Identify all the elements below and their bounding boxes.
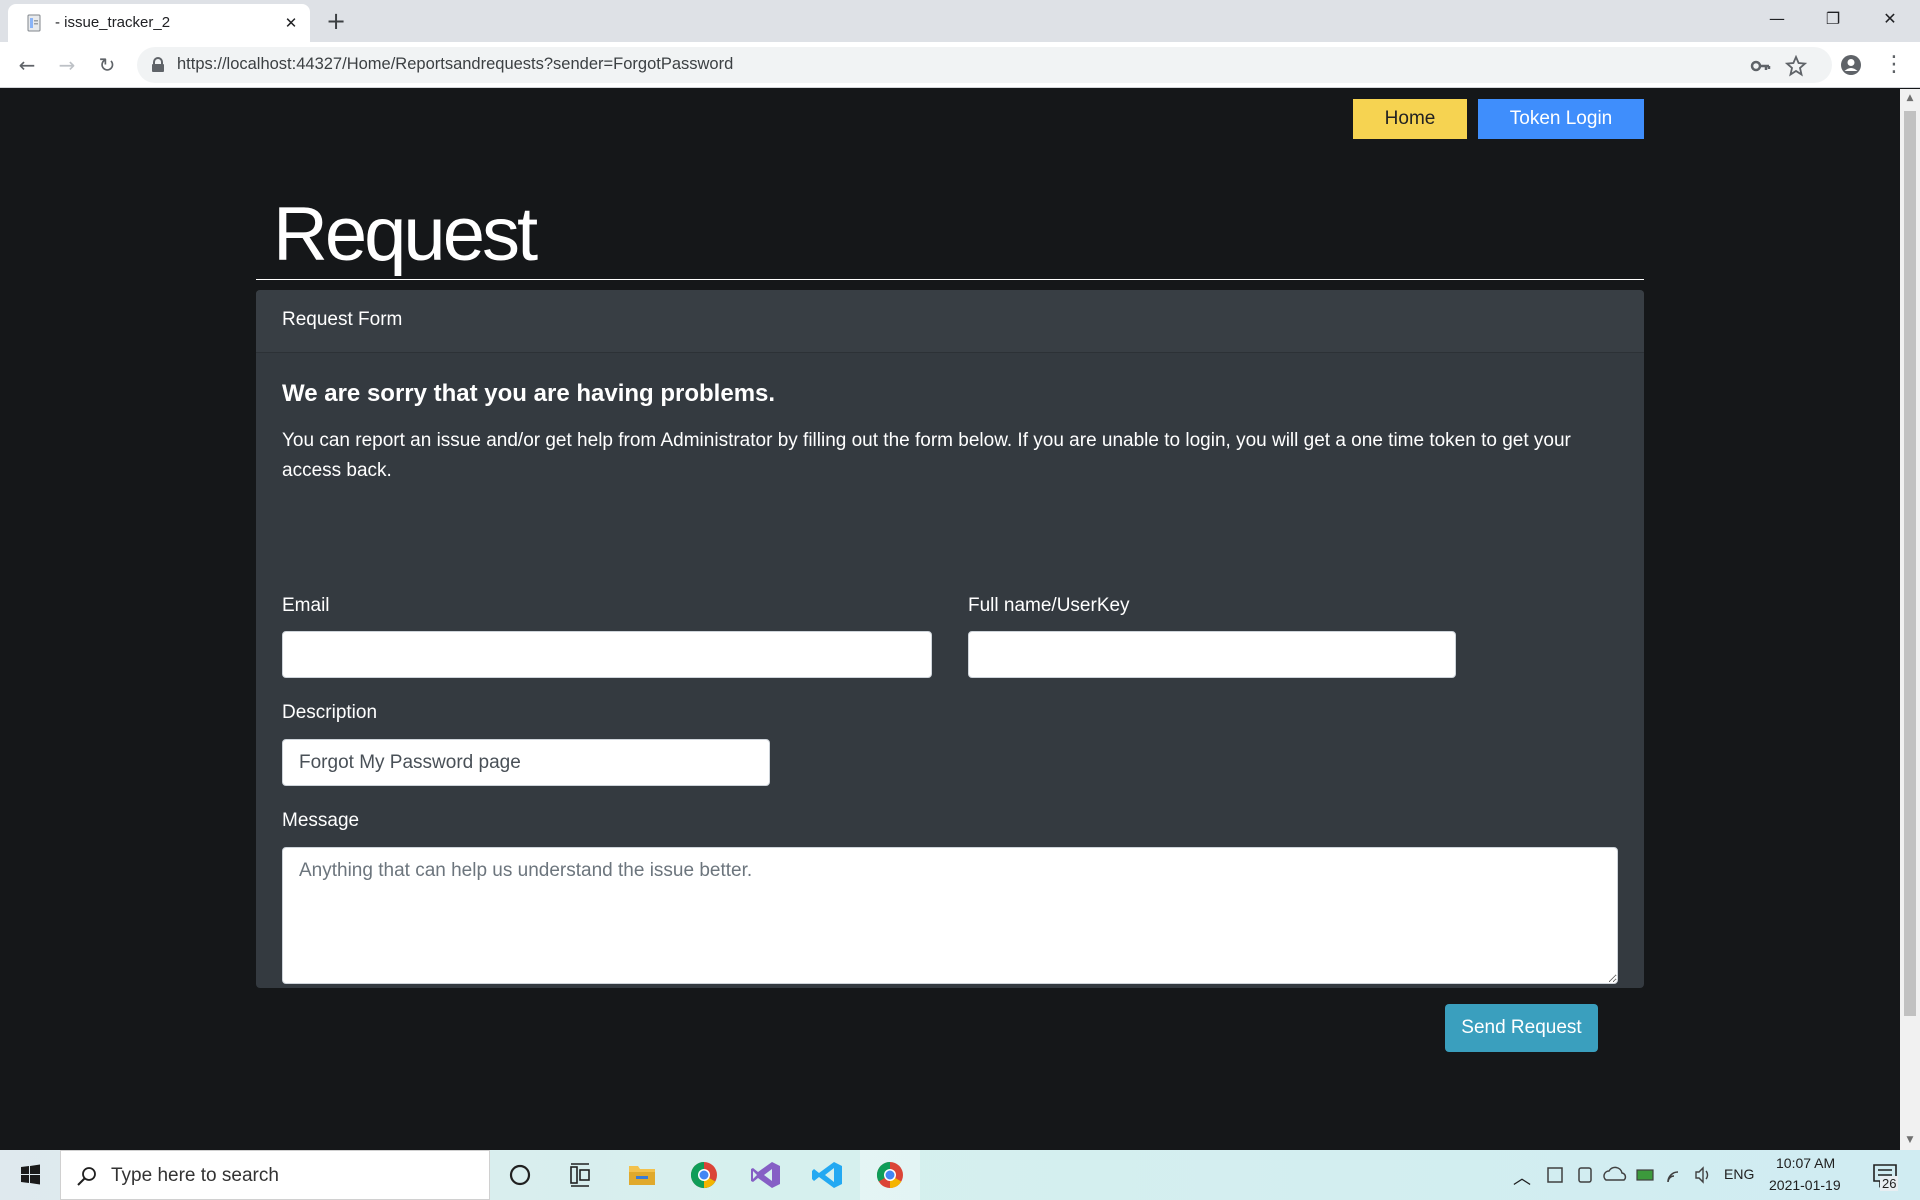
- vscode-icon[interactable]: [798, 1150, 858, 1200]
- browser-tab[interactable]: - issue_tracker_2 ✕: [8, 4, 310, 42]
- scroll-up-arrow-icon[interactable]: ▲: [1905, 93, 1915, 103]
- search-icon: [77, 1167, 96, 1186]
- file-explorer-icon[interactable]: [612, 1150, 672, 1200]
- tray-device-icon[interactable]: [1570, 1150, 1600, 1200]
- reload-icon[interactable]: ↻: [93, 51, 121, 79]
- description-field[interactable]: [282, 739, 770, 786]
- restore-icon[interactable]: ❐: [1805, 0, 1861, 38]
- language-indicator[interactable]: ENG: [1724, 1166, 1754, 1182]
- description-label: Description: [282, 702, 378, 723]
- clock-date[interactable]: 2021-01-19: [1769, 1177, 1841, 1193]
- new-tab-icon[interactable]: +: [322, 7, 350, 35]
- close-window-icon[interactable]: ✕: [1862, 0, 1918, 38]
- onedrive-icon[interactable]: [1600, 1150, 1630, 1200]
- battery-icon[interactable]: [1630, 1150, 1660, 1200]
- search-placeholder: Type here to search: [111, 1165, 279, 1186]
- page-title: Request: [273, 192, 538, 277]
- profile-avatar-icon[interactable]: [1840, 54, 1862, 76]
- message-textarea[interactable]: [282, 847, 1618, 984]
- lock-icon: [152, 57, 164, 72]
- browser-tab-bar: - issue_tracker_2 ✕ + — ❐ ✕: [0, 0, 1920, 42]
- scroll-down-arrow-icon[interactable]: ▼: [1905, 1135, 1915, 1145]
- minimize-icon[interactable]: —: [1749, 0, 1805, 38]
- notification-center-icon[interactable]: [1866, 1150, 1906, 1200]
- fullname-label: Full name/UserKey: [968, 595, 1130, 616]
- send-request-button[interactable]: Send Request: [1445, 1004, 1598, 1052]
- notification-count-badge: 26: [1880, 1176, 1899, 1191]
- task-view-icon[interactable]: [550, 1150, 610, 1200]
- volume-icon[interactable]: [1688, 1150, 1718, 1200]
- tray-chevron-icon[interactable]: ︿: [1513, 1164, 1531, 1190]
- key-icon[interactable]: [1749, 55, 1771, 77]
- page-body: Home Token Login Request Request Form We…: [0, 89, 1900, 1150]
- fullname-field[interactable]: [968, 631, 1456, 678]
- url-text: https://localhost:44327/Home/Reportsandr…: [177, 55, 734, 73]
- home-button[interactable]: Home: [1353, 99, 1467, 139]
- clock-time[interactable]: 10:07 AM: [1776, 1155, 1835, 1171]
- address-bar[interactable]: https://localhost:44327/Home/Reportsandr…: [137, 47, 1832, 83]
- visual-studio-icon[interactable]: [736, 1150, 796, 1200]
- windows-taskbar: Type here to search ︿ ENG 10:07 AM 2021-…: [0, 1150, 1920, 1200]
- bookmark-star-icon[interactable]: [1785, 55, 1807, 77]
- browser-menu-icon[interactable]: ⋮: [1880, 51, 1908, 79]
- card-description: You can report an issue and/or get help …: [282, 430, 1571, 481]
- card-title: We are sorry that you are having problem…: [282, 380, 776, 407]
- page-favicon-icon: [27, 14, 41, 32]
- request-form-card: Request Form We are sorry that you are h…: [256, 290, 1644, 1052]
- chrome-active-icon[interactable]: [860, 1150, 920, 1200]
- token-login-button[interactable]: Token Login: [1478, 99, 1644, 139]
- card-header: Request Form: [256, 290, 1644, 353]
- chrome-icon[interactable]: [674, 1150, 734, 1200]
- tab-title: - issue_tracker_2: [55, 14, 171, 31]
- browser-toolbar: ← → ↻ https://localhost:44327/Home/Repor…: [0, 42, 1920, 88]
- card-header-title: Request Form: [282, 309, 403, 330]
- forward-icon[interactable]: →: [53, 51, 81, 79]
- back-icon[interactable]: ←: [13, 51, 41, 79]
- tray-app-icon[interactable]: [1540, 1150, 1570, 1200]
- page-scrollbar[interactable]: ▲ ▼: [1900, 89, 1920, 1150]
- wifi-icon[interactable]: [1660, 1150, 1690, 1200]
- email-field[interactable]: [282, 631, 932, 678]
- cortana-icon[interactable]: [490, 1150, 550, 1200]
- message-label: Message: [282, 810, 360, 831]
- windows-start-icon[interactable]: [0, 1150, 60, 1200]
- close-tab-icon[interactable]: ✕: [280, 12, 302, 34]
- scroll-thumb[interactable]: [1904, 111, 1916, 1016]
- title-divider: [256, 279, 1644, 280]
- taskbar-search-box[interactable]: Type here to search: [60, 1150, 490, 1200]
- email-label: Email: [282, 595, 330, 616]
